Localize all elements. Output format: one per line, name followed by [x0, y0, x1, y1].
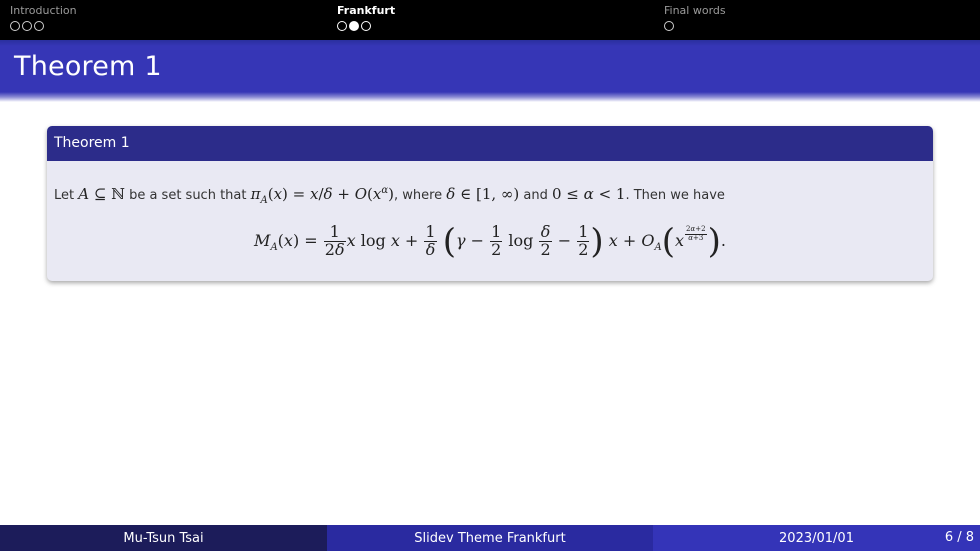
math-inline: A ⊆ ℕ: [78, 185, 125, 203]
slide-dot[interactable]: [34, 21, 44, 31]
page-number: 6 / 8: [944, 530, 974, 545]
slide-dot[interactable]: [664, 21, 674, 31]
nav-section-final-words[interactable]: Final words: [664, 4, 726, 31]
footer-author-text: Mu-Tsun Tsai: [123, 530, 204, 546]
text-and: and: [523, 188, 548, 203]
footer-date-text: 2023/01/01: [779, 530, 854, 546]
slide-dot[interactable]: [361, 21, 371, 31]
theorem-statement: Let A ⊆ ℕ be a set such that πA(x) = x/δ…: [54, 185, 725, 206]
nav-section-introduction[interactable]: Introduction: [10, 4, 77, 31]
footer-title-text: Slidev Theme Frankfurt: [414, 530, 566, 546]
slide-footer: Mu-Tsun Tsai Slidev Theme Frankfurt 2023…: [0, 525, 980, 551]
text-then: . Then we have: [625, 188, 725, 203]
math-inline: 0 ≤ α < 1: [552, 185, 626, 203]
footer-date: 2023/01/01 6 / 8: [653, 525, 980, 551]
slide-title: Theorem 1: [14, 51, 162, 82]
nav-section-dots: [10, 21, 77, 31]
footer-title: Slidev Theme Frankfurt: [327, 525, 653, 551]
nav-section-title[interactable]: Introduction: [10, 4, 77, 18]
footer-author: Mu-Tsun Tsai: [0, 525, 327, 551]
theorem-title: Theorem 1: [47, 126, 933, 161]
nav-section-title[interactable]: Final words: [664, 4, 726, 18]
slide-dot[interactable]: [10, 21, 20, 31]
slide-dot[interactable]: [337, 21, 347, 31]
math-inline: πA(x) = x/δ + O(xα): [250, 185, 394, 206]
slide-title-bar: Theorem 1: [0, 40, 980, 102]
nav-section-frankfurt[interactable]: Frankfurt: [337, 4, 395, 31]
nav-section-dots: [337, 21, 395, 31]
text-be-set: be a set such that: [129, 188, 247, 203]
slide-dot[interactable]: [22, 21, 32, 31]
slide-dot-current[interactable]: [349, 21, 359, 31]
nav-section-dots: [664, 21, 726, 31]
theorem-formula: MA(x) = 1 2δ x log x + 1δ (γ − 12 log δ2 −…: [47, 221, 933, 261]
section-navigation: Introduction Frankfurt Final words: [0, 0, 980, 40]
math-inline: δ ∈ [1, ∞): [446, 185, 520, 203]
text-where: , where: [393, 188, 443, 203]
nav-section-title[interactable]: Frankfurt: [337, 4, 395, 18]
math-display: MA(x) = 1 2δ x log x + 1δ (γ − 12 log δ2 −…: [254, 221, 726, 261]
text-let: Let: [54, 188, 75, 203]
theorem-block: Theorem 1 Let A ⊆ ℕ be a set such that π…: [47, 126, 933, 281]
